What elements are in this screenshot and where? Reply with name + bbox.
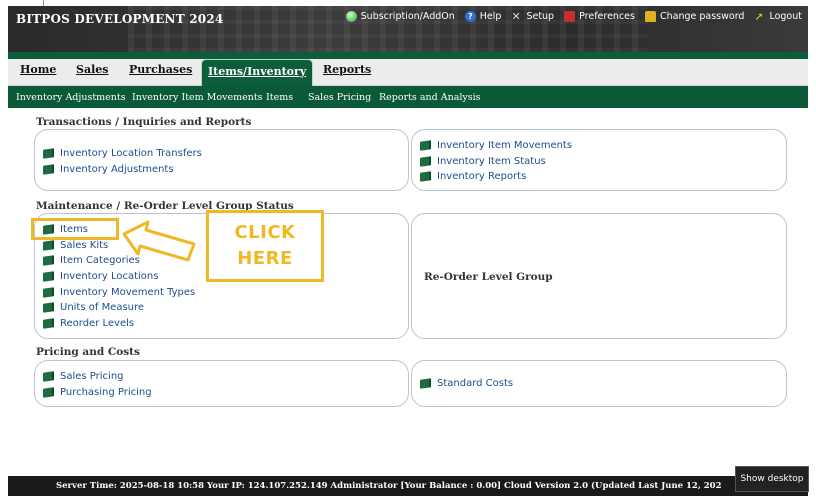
transactions-left-links: Inventory Location Transfers Inventory A… — [43, 146, 202, 177]
submenu-inventory-adjustments[interactable]: Inventory Adjustments — [16, 92, 126, 103]
link-inventory-movement-types[interactable]: Inventory Movement Types — [43, 284, 195, 300]
help-link[interactable]: ? Help — [464, 11, 502, 22]
book-icon — [43, 164, 54, 175]
link-label: Inventory Item Status — [437, 155, 546, 167]
section-title-transactions: Transactions / Inquiries and Reports — [36, 116, 252, 128]
subscription-label: Subscription/AddOn — [360, 11, 455, 22]
subscription-icon — [345, 11, 357, 22]
app-title: BITPOS DEVELOPMENT 2024 — [16, 12, 224, 26]
book-icon — [43, 271, 54, 282]
tab-items-inventory[interactable]: Items/Inventory — [201, 59, 314, 86]
setup-link[interactable]: ✕ Setup — [511, 11, 554, 22]
tab-purchases[interactable]: Purchases — [129, 63, 192, 76]
sub-menu: Inventory Adjustments Inventory Item Mov… — [8, 86, 808, 108]
book-icon — [420, 378, 431, 390]
link-purchasing-pricing[interactable]: Purchasing Pricing — [43, 385, 152, 401]
footer-status-text: Server Time: 2025-08-18 10:58 Your IP: 1… — [56, 481, 722, 491]
tab-home[interactable]: Home — [20, 63, 56, 76]
link-inventory-reports[interactable]: Inventory Reports — [420, 169, 572, 185]
submenu-sales-pricing[interactable]: Sales Pricing — [308, 92, 371, 103]
transactions-right-links: Inventory Item Movements Inventory Item … — [420, 138, 572, 185]
reorder-level-group-label: Re-Order Level Group — [424, 271, 553, 283]
change-password-link[interactable]: Change password — [644, 11, 745, 22]
logout-icon: ➚ — [754, 10, 764, 23]
logout-link[interactable]: ➚ Logout — [754, 11, 802, 22]
submenu-reports-analysis[interactable]: Reports and Analysis — [379, 92, 481, 103]
setup-label: Setup — [526, 11, 555, 22]
link-label: Inventory Locations — [60, 271, 159, 283]
maintenance-right-panel: Re-Order Level Group — [411, 213, 787, 339]
subscription-link[interactable]: Subscription/AddOn — [345, 11, 455, 22]
link-label: Sales Kits — [60, 239, 109, 251]
link-label: Inventory Item Movements — [437, 140, 573, 152]
click-here-callout: CLICK HERE — [206, 210, 324, 282]
book-icon — [43, 148, 54, 160]
book-icon — [43, 240, 54, 251]
link-sales-pricing[interactable]: Sales Pricing — [43, 369, 152, 385]
top-links: Subscription/AddOn ? Help ✕ Setup Prefer… — [345, 11, 802, 22]
preferences-label: Preferences — [579, 11, 635, 22]
link-units-of-measure[interactable]: Units of Measure — [43, 300, 195, 316]
setup-icon: ✕ — [511, 10, 521, 23]
preferences-icon — [564, 11, 576, 22]
book-icon — [420, 171, 431, 183]
logout-label: Logout — [769, 11, 802, 22]
submenu-inventory-item-movements[interactable]: Inventory Item Movements — [132, 92, 263, 103]
link-label: Inventory Adjustments — [60, 163, 174, 175]
link-inventory-item-status[interactable]: Inventory Item Status — [420, 154, 572, 170]
link-label: Inventory Reports — [437, 171, 527, 183]
book-icon — [43, 255, 54, 267]
book-icon — [43, 387, 54, 398]
book-icon — [43, 286, 54, 298]
transactions-left-panel: Inventory Location Transfers Inventory A… — [34, 129, 409, 191]
link-reorder-levels[interactable]: Reorder Levels — [43, 316, 195, 332]
show-desktop-button[interactable]: Show desktop — [735, 466, 809, 492]
link-label: Inventory Location Transfers — [60, 148, 202, 160]
link-label: Purchasing Pricing — [60, 386, 152, 398]
preferences-link[interactable]: Preferences — [564, 11, 635, 22]
items-highlight-box — [31, 218, 119, 240]
main-tabs: Home Sales Purchases Items/Inventory Rep… — [8, 59, 808, 86]
section-title-pricing: Pricing and Costs — [36, 346, 140, 358]
transactions-right-panel: Inventory Item Movements Inventory Item … — [411, 129, 787, 191]
pricing-right-links: Standard Costs — [420, 376, 513, 392]
lock-icon — [644, 11, 656, 22]
tab-reports[interactable]: Reports — [323, 63, 371, 76]
book-icon — [43, 371, 54, 383]
help-label: Help — [479, 11, 502, 22]
help-icon: ? — [464, 11, 476, 22]
pricing-right-panel: Standard Costs — [411, 360, 787, 407]
link-standard-costs[interactable]: Standard Costs — [420, 376, 513, 392]
change-password-label: Change password — [659, 11, 745, 22]
status-footer: Server Time: 2025-08-18 10:58 Your IP: 1… — [8, 476, 808, 496]
book-icon — [420, 140, 431, 152]
header-strip — [8, 52, 808, 59]
book-icon — [43, 302, 54, 314]
link-inventory-location-transfers[interactable]: Inventory Location Transfers — [43, 146, 202, 162]
callout-line-2: HERE — [237, 248, 293, 269]
link-label: Units of Measure — [60, 302, 145, 314]
link-inventory-locations[interactable]: Inventory Locations — [43, 269, 195, 285]
pointer-arrow-icon — [122, 220, 196, 262]
pricing-left-panel: Sales Pricing Purchasing Pricing — [34, 360, 409, 407]
pricing-left-links: Sales Pricing Purchasing Pricing — [43, 369, 152, 400]
book-icon — [43, 318, 54, 329]
submenu-items[interactable]: Items — [266, 92, 293, 103]
link-label: Inventory Movement Types — [60, 286, 196, 298]
book-icon — [420, 156, 431, 167]
link-label: Sales Pricing — [60, 371, 124, 383]
app-window: BITPOS DEVELOPMENT 2024 Subscription/Add… — [0, 0, 816, 500]
app-header: BITPOS DEVELOPMENT 2024 Subscription/Add… — [8, 6, 808, 52]
link-inventory-item-movements[interactable]: Inventory Item Movements — [420, 138, 572, 154]
link-label: Reorder Levels — [60, 317, 135, 329]
link-inventory-adjustments[interactable]: Inventory Adjustments — [43, 162, 202, 178]
callout-line-1: CLICK — [234, 222, 296, 243]
tab-sales[interactable]: Sales — [76, 63, 108, 76]
link-label: Standard Costs — [437, 378, 514, 390]
